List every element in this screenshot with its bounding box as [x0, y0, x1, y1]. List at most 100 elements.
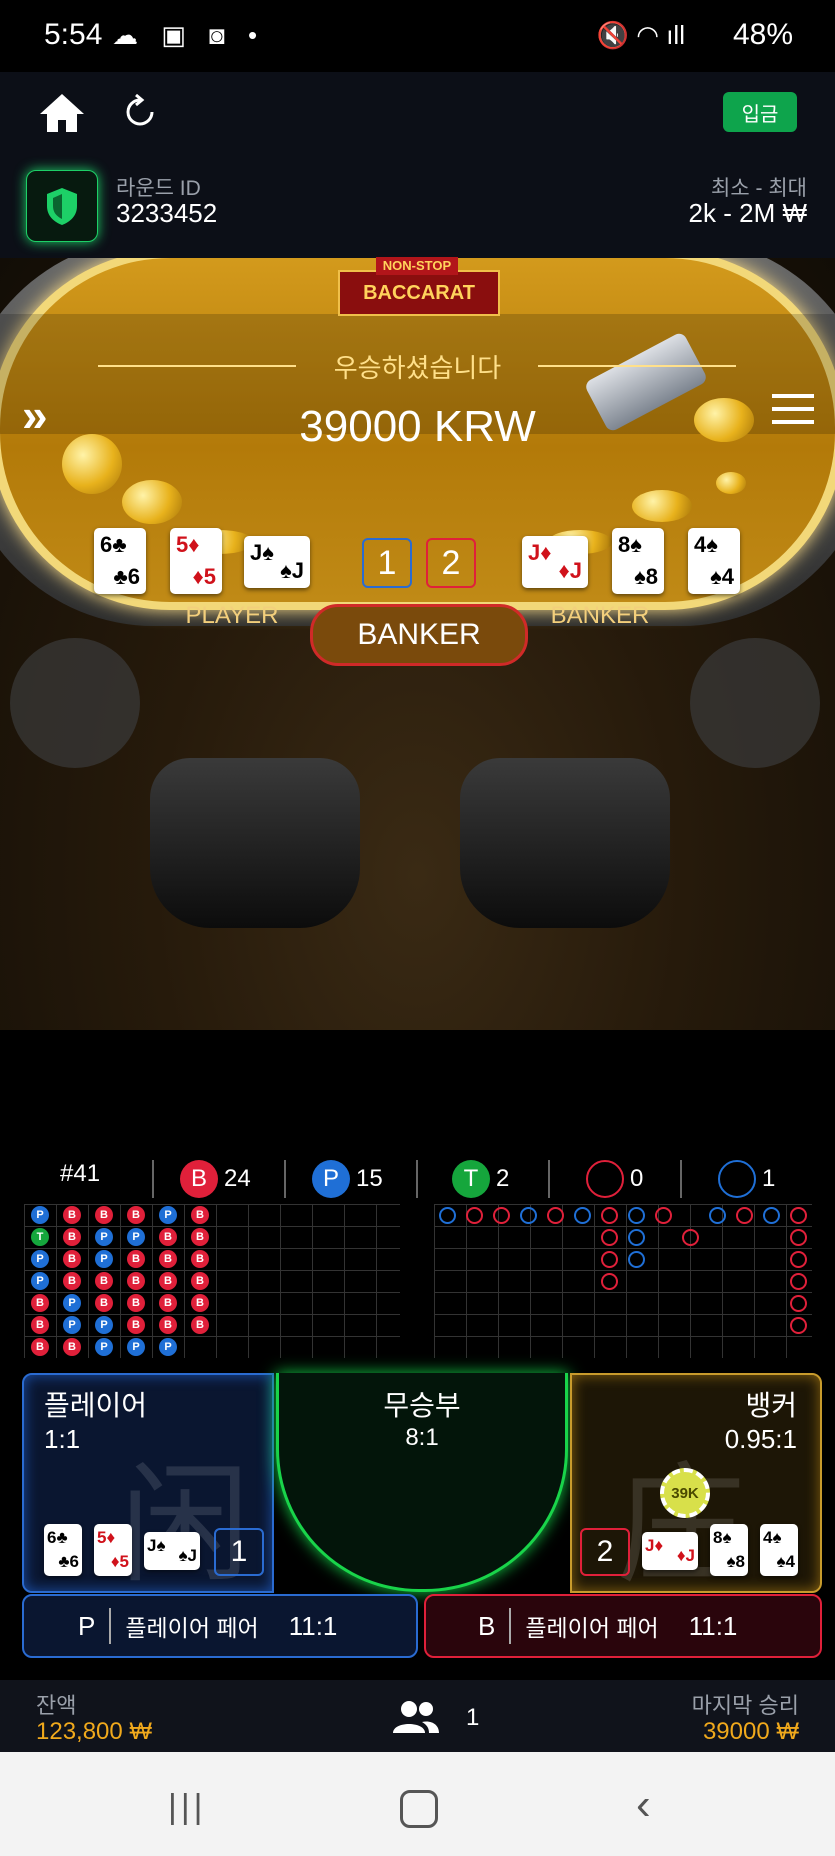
bead-B: B	[31, 1338, 49, 1356]
bead-B: B	[159, 1316, 177, 1334]
banker-mini-card-1: J♦ ♦J	[642, 1532, 698, 1570]
banker-card-3: 4♠ ♠4	[688, 528, 740, 594]
refresh-icon[interactable]	[122, 94, 158, 130]
banker-bet-odds: 0.95:1	[724, 1424, 797, 1454]
bead-B: B	[127, 1294, 145, 1312]
bead-P: P	[127, 1228, 145, 1246]
bead-B: B	[95, 1206, 113, 1224]
player-pair-bet[interactable]: P 플레이어 페어 11:1	[22, 1594, 418, 1658]
round-id-value: 3233452	[116, 198, 218, 228]
bet-chip[interactable]: 39K	[660, 1468, 710, 1518]
notification-icons: ☁ ▣ ◙ •	[112, 20, 266, 50]
bead-P: P	[63, 1294, 81, 1312]
bead-B: B	[159, 1272, 177, 1290]
player-card-3: J♠ ♠J	[244, 536, 310, 588]
road-ring	[790, 1295, 807, 1312]
bead-B: B	[63, 1228, 81, 1246]
road-ring	[601, 1273, 618, 1290]
bead-P: P	[159, 1338, 177, 1356]
road-ring	[439, 1207, 456, 1224]
banker-label: BANKER	[550, 602, 650, 629]
bead-B: B	[31, 1316, 49, 1334]
road-ring	[763, 1207, 780, 1224]
bead-P: P	[127, 1338, 145, 1356]
bead-B: B	[159, 1294, 177, 1312]
recent-apps-icon[interactable]: |||	[168, 1788, 207, 1827]
banker-score: 2	[426, 538, 476, 588]
player-count: P 15	[312, 1160, 383, 1198]
road-ring	[682, 1229, 699, 1246]
home-icon[interactable]	[38, 92, 86, 134]
side-stool	[10, 638, 140, 768]
side-stool	[690, 638, 820, 768]
back-icon[interactable]: ‹	[636, 1780, 651, 1830]
bead-B: B	[191, 1206, 209, 1224]
player-score: 1	[362, 538, 412, 588]
banker-pair-icon	[586, 1160, 624, 1198]
win-amount: 39000 KRW	[299, 402, 536, 451]
chair-left	[150, 758, 360, 928]
result-banner: BANKER	[310, 604, 528, 666]
bead-P: P	[95, 1228, 113, 1246]
bead-P: P	[63, 1316, 81, 1334]
road-ring	[790, 1317, 807, 1334]
player-card-2: 5♦ ♦5	[170, 528, 222, 594]
banker-pair-letter: B	[478, 1610, 496, 1641]
tie-dot-icon: T	[452, 1160, 490, 1198]
player-mini-card-1: 6♣ ♣6	[44, 1524, 82, 1576]
banker-bet-name: 뱅커	[745, 1390, 797, 1421]
win-title: 우승하셨습니다	[333, 353, 502, 383]
bead-B: B	[95, 1272, 113, 1290]
player-bet-name: 플레이어	[44, 1390, 148, 1421]
banker-count: B 24	[180, 1160, 251, 1198]
bead-B: B	[31, 1294, 49, 1312]
tie-count: T2	[452, 1160, 509, 1198]
banker-card-1: J♦ ♦J	[522, 536, 588, 588]
player-pair-icon	[718, 1160, 756, 1198]
system-nav-bar: ||| ‹	[0, 1752, 835, 1856]
home-nav-icon[interactable]	[400, 1790, 438, 1828]
last-win-value: 39000 ₩	[702, 1718, 799, 1745]
expand-arrows-icon[interactable]: »	[22, 388, 48, 442]
shoe-number: #41	[60, 1160, 101, 1187]
bead-B: B	[191, 1250, 209, 1268]
banker-dot-icon: B	[180, 1160, 218, 1198]
banker-pair-bet[interactable]: B 플레이어 페어 11:1	[424, 1594, 822, 1658]
logo-nonstop: NON-STOP	[376, 257, 458, 275]
road-ring	[574, 1207, 591, 1224]
bead-P: P	[31, 1206, 49, 1224]
road-ring	[466, 1207, 483, 1224]
status-bar: 5:54 ☁ ▣ ◙ • 🔇 ◠ ıll 48%	[0, 0, 835, 72]
big-road[interactable]	[434, 1204, 812, 1358]
divider	[284, 1160, 286, 1198]
bead-B: B	[191, 1316, 209, 1334]
bead-B: B	[191, 1272, 209, 1290]
player-pair-odds: 11:1	[288, 1610, 338, 1641]
bead-B: B	[63, 1272, 81, 1290]
road-ring	[790, 1251, 807, 1268]
players-icon[interactable]	[392, 1700, 440, 1734]
divider	[416, 1160, 418, 1198]
fairness-shield-icon[interactable]	[26, 170, 98, 242]
gold-coin	[632, 490, 692, 522]
deposit-button[interactable]: 입금	[723, 92, 797, 132]
clock: 5:54	[44, 18, 103, 51]
bead-B: B	[63, 1206, 81, 1224]
bead-P: P	[95, 1250, 113, 1268]
road-ring	[520, 1207, 537, 1224]
road-ring	[601, 1207, 618, 1224]
banker-pair-count: 0	[586, 1160, 643, 1198]
battery-level: 48%	[732, 18, 793, 51]
road-ring	[601, 1229, 618, 1246]
tie-bet-name: 무승부	[383, 1390, 461, 1421]
divider	[152, 1160, 154, 1198]
banker-mini-card-2: 8♠ ♠8	[710, 1524, 748, 1576]
banker-bet-score: 2	[580, 1528, 630, 1576]
bead-P: P	[95, 1316, 113, 1334]
road-ring	[655, 1207, 672, 1224]
road-ring	[547, 1207, 564, 1224]
bead-road[interactable]: PTPPBBBBBBBPPBBPPBBPPBPBBBBPPBBBBBPBBBBB…	[24, 1204, 400, 1358]
menu-icon[interactable]	[772, 394, 814, 424]
bead-B: B	[63, 1250, 81, 1268]
signal-icons: 🔇 ◠ ıll	[596, 20, 685, 50]
